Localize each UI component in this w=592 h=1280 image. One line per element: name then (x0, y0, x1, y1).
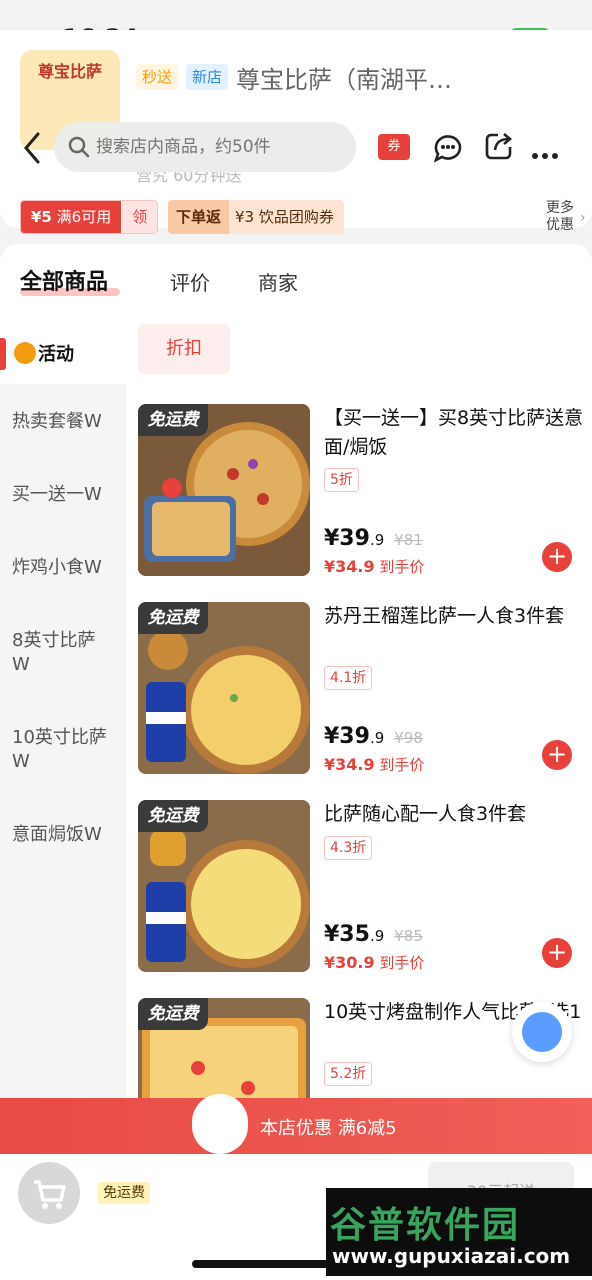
final-price: ¥34.9 到手价 (324, 755, 425, 774)
more-options-icon[interactable] (532, 144, 562, 163)
active-indicator (0, 338, 6, 370)
tag-new-store: 新店 (186, 64, 229, 90)
product-price: ¥39.9 ¥98 (324, 724, 423, 749)
discount-badge: 5折 (324, 468, 359, 492)
product-title[interactable]: 【买一送一】买8英寸比萨送意面/焗饭 (324, 404, 586, 462)
watermark-url: www.gupuxiazai.com (332, 1244, 571, 1268)
chevron-right-icon: › (580, 210, 586, 226)
sidebar-item-hot-combos[interactable]: 热卖套餐W (12, 410, 120, 434)
tab-reviews[interactable]: 评价 (170, 267, 210, 296)
product-item[interactable]: 免运费 比萨随心配一人食3件套 4.3折 ¥35.9 ¥85 ¥30.9 到手价 … (138, 800, 592, 976)
sidebar-item-fried-chicken[interactable]: 炸鸡小食W (12, 556, 120, 580)
rebate-value: ¥3 饮品团购券 (235, 208, 334, 226)
sidebar-item-bogo[interactable]: 买一送一W (12, 483, 120, 507)
tab-all-products[interactable]: 全部商品 (20, 264, 108, 296)
claim-coupon-button[interactable]: 领 (121, 201, 158, 233)
coupon-button[interactable]: 券 (378, 134, 410, 160)
sidebar-item-label: 活动 (38, 344, 74, 365)
store-name[interactable]: 尊宝比萨（南湖平… (236, 60, 452, 95)
back-icon[interactable] (18, 130, 48, 166)
rebate-label: 下单返 (168, 200, 230, 234)
tag-fast-delivery: 秒送 (136, 64, 179, 90)
product-image[interactable]: 免运费 (138, 800, 310, 972)
sidebar-item-8inch-pizza[interactable]: 8英寸比萨W (12, 629, 108, 677)
product-image[interactable]: 免运费 (138, 602, 310, 774)
store-header: 尊宝比萨 秒送 新店 尊宝比萨（南湖平… 营究 60分钟送 券 ¥5 满6可用 … (0, 30, 592, 234)
add-to-cart-button[interactable]: + (542, 542, 572, 572)
final-price: ¥30.9 到手价 (324, 953, 425, 972)
final-price: ¥34.9 到手价 (324, 557, 425, 576)
search-bar[interactable] (54, 122, 356, 172)
search-icon (68, 136, 90, 162)
product-item[interactable]: 免运费 苏丹王榴莲比萨一人食3件套 4.1折 ¥39.9 ¥98 ¥34.9 到手… (138, 602, 592, 778)
discount-badge: 5.2折 (324, 1062, 373, 1086)
discount-badge: 4.1折 (324, 666, 373, 690)
assistant-icon (522, 1012, 562, 1052)
product-price: ¥35.9 ¥85 (324, 922, 423, 947)
filter-discount[interactable]: 折扣 (138, 324, 230, 374)
discount-badge: 4.3折 (324, 836, 373, 860)
coupon-amount: ¥5 满6可用 (21, 201, 122, 233)
sidebar-item-pasta-rice[interactable]: 意面焗饭W (12, 823, 120, 847)
watermark: 谷普软件园 www.gupuxiazai.com (326, 1188, 592, 1276)
product-title[interactable]: 比萨随心配一人食3件套 (324, 800, 586, 829)
mascot-icon (192, 1094, 248, 1154)
sidebar-item-activity[interactable]: 活动 (0, 324, 126, 384)
sidebar-item-10inch-pizza[interactable]: 10英寸比萨W (12, 726, 118, 774)
product-image[interactable]: 免运费 (138, 404, 310, 576)
free-delivery-ribbon: 免运费 (138, 800, 208, 832)
share-icon[interactable] (484, 131, 514, 165)
banner-text: 本店优惠 满6减5 (260, 1118, 397, 1139)
assistant-float-button[interactable] (512, 1002, 572, 1062)
free-delivery-tag: 免运费 (98, 1182, 150, 1204)
rebate-promo[interactable]: 下单返 ¥3 饮品团购券 (168, 200, 344, 234)
add-to-cart-button[interactable]: + (542, 740, 572, 770)
flame-icon (14, 342, 36, 364)
free-delivery-ribbon: 免运费 (138, 404, 208, 436)
search-input[interactable] (96, 132, 346, 162)
tab-merchant[interactable]: 商家 (258, 267, 298, 296)
store-coupon[interactable]: ¥5 满6可用 领 (20, 200, 159, 234)
add-to-cart-button[interactable]: + (542, 938, 572, 968)
product-title[interactable]: 苏丹王榴莲比萨一人食3件套 (324, 602, 586, 631)
free-delivery-ribbon: 免运费 (138, 602, 208, 634)
more-deals-link[interactable]: 更多优惠 (546, 200, 580, 234)
discount-banner[interactable]: 本店优惠 满6减5 (0, 1094, 592, 1154)
free-delivery-ribbon: 免运费 (138, 998, 208, 1030)
cart-icon[interactable] (18, 1162, 80, 1224)
product-price: ¥39.9 ¥81 (324, 526, 423, 551)
product-item[interactable]: 免运费 【买一送一】买8英寸比萨送意面/焗饭 5折 ¥39.9 ¥81 ¥34.9… (138, 404, 592, 580)
customer-service-icon[interactable] (432, 131, 464, 167)
store-logo-text: 尊宝比萨 (37, 62, 102, 81)
watermark-title: 谷普软件园 (330, 1205, 521, 1246)
